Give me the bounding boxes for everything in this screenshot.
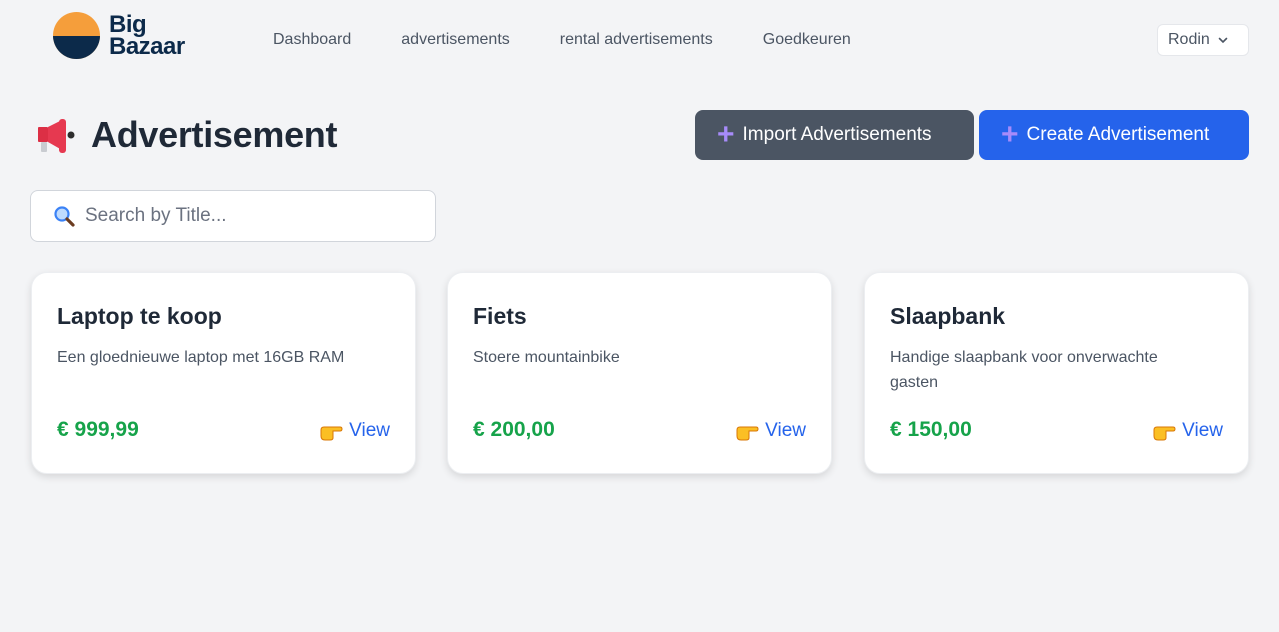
card-title: Laptop te koop <box>57 303 222 329</box>
main-nav: Dashboard advertisements rental advertis… <box>273 31 901 49</box>
card-description: Een gloednieuwe laptop met 16GB RAM <box>57 349 345 366</box>
import-label: Import Advertisements <box>742 124 932 145</box>
card-title: Fiets <box>473 303 527 329</box>
create-label: Create Advertisement <box>1026 124 1210 145</box>
view-label: View <box>1182 420 1223 441</box>
view-link[interactable]: View <box>735 420 806 442</box>
create-advertisement-button[interactable]: + Create Advertisement <box>979 110 1249 160</box>
nav-rental-advertisements[interactable]: rental advertisements <box>560 31 713 49</box>
nav-dashboard[interactable]: Dashboard <box>273 31 351 49</box>
card-price: € 200,00 <box>473 418 555 441</box>
nav-advertisements[interactable]: advertisements <box>401 31 510 49</box>
magnifier-icon <box>54 206 75 227</box>
advertisement-card: Fiets Stoere mountainbike € 200,00 View <box>447 272 832 474</box>
pointing-hand-icon <box>320 426 343 441</box>
megaphone-icon <box>38 119 75 153</box>
chevron-down-icon <box>1218 37 1228 44</box>
search-box <box>30 190 436 242</box>
view-label: View <box>349 420 390 441</box>
card-title: Slaapbank <box>890 303 1006 329</box>
nav-goedkeuren[interactable]: Goedkeuren <box>763 31 851 49</box>
page-title: Advertisement <box>91 114 338 155</box>
card-description: Handige slaapbank voor onverwachte gaste… <box>890 349 1158 391</box>
card-price: € 999,99 <box>57 418 139 441</box>
plus-icon: + <box>717 118 735 151</box>
view-label: View <box>765 420 806 441</box>
import-advertisements-button[interactable]: + Import Advertisements <box>695 110 974 160</box>
view-link[interactable]: View <box>1152 420 1223 442</box>
pointing-hand-icon <box>1153 426 1176 441</box>
logo[interactable]: Big Bazaar <box>53 12 185 59</box>
advertisement-card: Laptop te koop Een gloednieuwe laptop me… <box>31 272 416 474</box>
user-name: Rodin <box>1168 31 1210 48</box>
user-menu-dropdown[interactable]: Rodin <box>1157 24 1249 56</box>
pointing-hand-icon <box>736 426 759 441</box>
advertisement-card: Slaapbank Handige slaapbank voor onverwa… <box>864 272 1249 474</box>
search-input[interactable] <box>85 205 415 227</box>
view-link[interactable]: View <box>319 420 390 442</box>
logo-line-2: Bazaar <box>109 32 185 60</box>
logo-mark-icon <box>53 12 100 59</box>
card-description: Stoere mountainbike <box>473 349 620 366</box>
plus-icon: + <box>1001 118 1019 151</box>
logo-text: Big Bazaar <box>109 12 185 60</box>
card-price: € 150,00 <box>890 418 972 441</box>
